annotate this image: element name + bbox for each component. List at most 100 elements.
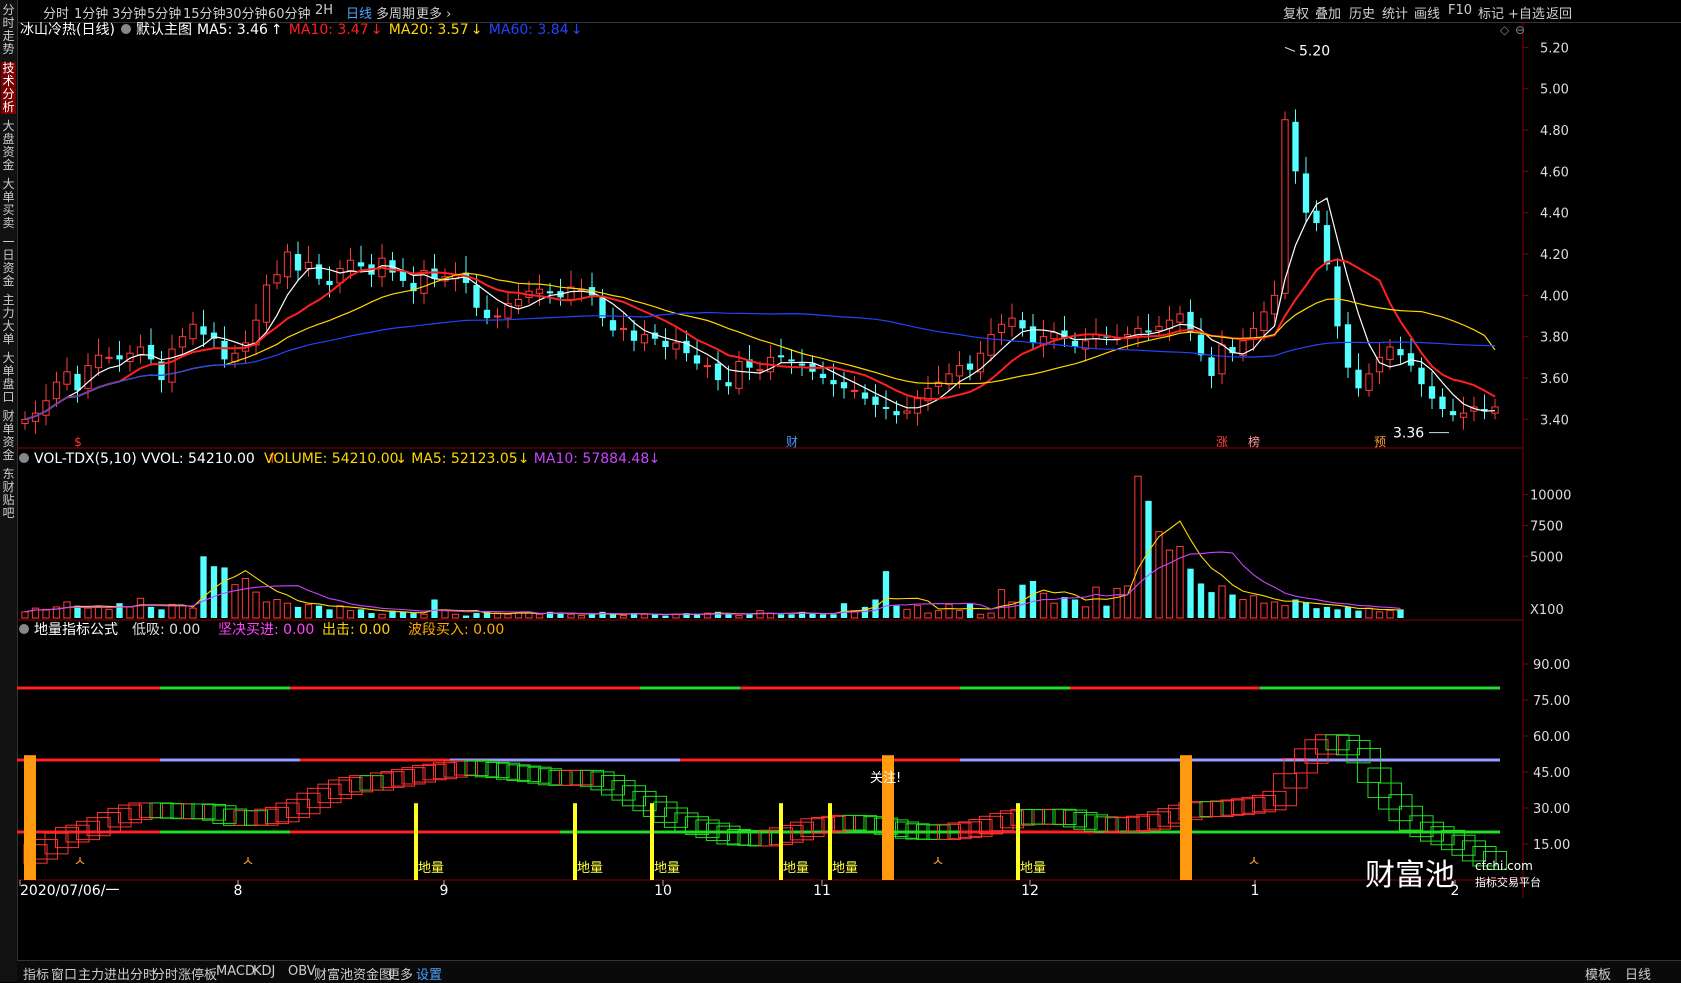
volume-bar (619, 615, 628, 619)
bottom-tab-2[interactable]: 主力进出分时 (78, 964, 156, 983)
volume-bar (1249, 595, 1258, 619)
bottom-right-0[interactable]: 模板 (1585, 964, 1611, 983)
bottom-tab-8[interactable]: 更多 (387, 964, 413, 983)
indicator-box (306, 787, 332, 809)
indicator-box (569, 769, 594, 786)
volume-bar (168, 603, 176, 619)
indicator-box (275, 802, 300, 823)
candle-body (1260, 311, 1268, 331)
volume-bar (577, 615, 586, 619)
indicator-box (117, 804, 143, 824)
candle-body (945, 373, 953, 385)
indicator-box (894, 821, 920, 839)
indicator-label-2: 出击: 0.00 (322, 622, 390, 638)
candle-body (304, 261, 313, 269)
volume-bar (609, 614, 617, 618)
candle-body (1270, 294, 1279, 315)
volume-bar (861, 606, 869, 618)
volume-bar (1302, 601, 1310, 618)
indicator-box (1188, 801, 1214, 818)
candle-body (1313, 210, 1320, 224)
bottom-tab-7[interactable]: 财富池资金图 (314, 964, 392, 983)
indicator-box (1398, 805, 1424, 831)
stock-chart[interactable]: 冰山冷热(日线) 默认主图 MA5: 3.46 ↑ MA10: 3.47 ↓ MA20: 3… (0, 0, 1681, 960)
volume-bar (126, 606, 134, 619)
event-marker-4: 预 (1374, 435, 1386, 449)
indicator-box (1262, 790, 1287, 811)
signal-label-3: 地量 (783, 861, 809, 876)
volume-bar (976, 613, 985, 619)
indicator-box (1230, 798, 1256, 815)
volume-bar (788, 614, 795, 618)
indicator-box (75, 820, 101, 841)
volume-bar (1323, 606, 1331, 618)
volume-bar (934, 610, 943, 619)
candle-body (283, 251, 292, 278)
bottom-tab-6[interactable]: OBV (288, 964, 316, 979)
candle-body (52, 381, 61, 400)
bottom-tab-9[interactable]: 设置 (416, 964, 442, 983)
candle-body (315, 264, 323, 279)
volume-bar (1281, 605, 1289, 619)
indicator-box (1430, 826, 1455, 846)
person-icon: ㅅ (74, 854, 87, 870)
indicator-box (285, 798, 311, 818)
indicator-box (222, 808, 248, 826)
candle-body (168, 348, 176, 383)
indicator-box (1157, 808, 1182, 827)
toggle-icon[interactable] (19, 453, 29, 463)
toggle-icon[interactable] (121, 24, 131, 34)
bottom-tab-0[interactable]: 指标 (23, 964, 49, 983)
indicator-box (1115, 816, 1140, 833)
volume-bar (378, 613, 386, 619)
bottom-tab-3[interactable]: 分时涨停板 (152, 964, 217, 983)
event-marker-1: 财 (786, 435, 798, 449)
candle-body (535, 288, 544, 294)
volume-bar (882, 571, 890, 618)
indicator-box (800, 818, 825, 838)
indicator-label-3: 波段买入: 0.00 (408, 622, 504, 638)
bottom-tab-4[interactable]: MACD (216, 964, 255, 979)
diamond-icon: ◇ (1500, 23, 1510, 37)
volume-bar (210, 566, 218, 618)
bottom-tab-1[interactable]: 窗口 (51, 964, 77, 983)
indicator-box (600, 774, 626, 796)
candle-body (630, 330, 638, 341)
indicator-box (1335, 734, 1361, 756)
candle-body (872, 396, 879, 405)
volume-bar (346, 610, 355, 619)
indicator-box (611, 780, 636, 801)
indicator-box (1094, 816, 1119, 833)
toggle-icon[interactable] (19, 624, 29, 634)
volume-bar (21, 611, 29, 619)
volume-arrow-1: ↓ (518, 451, 530, 467)
candle-body (955, 365, 964, 377)
volume-bar (1155, 531, 1163, 619)
volume-bar (725, 614, 732, 618)
candle-body (987, 334, 995, 356)
bottom-right-1[interactable]: 日线 (1625, 964, 1651, 983)
candle-body (1397, 349, 1404, 356)
volume-bar (462, 615, 470, 618)
bottom-tab-5[interactable]: KDJ (253, 964, 275, 979)
indicator-tick-0: 90.00 (1533, 658, 1570, 673)
indicator-boxes (23, 734, 1508, 871)
candle-body (725, 382, 732, 387)
volume-tick-0: 10000 (1530, 489, 1571, 504)
indicator-box (548, 769, 573, 786)
volume-bar (1229, 594, 1236, 618)
volume-bar (1313, 608, 1320, 618)
ma-arrow-2: ↓ (471, 22, 483, 38)
focus-label: 关注! (870, 771, 901, 786)
candle-body (294, 254, 302, 271)
volume-bar (178, 605, 187, 619)
indicator-box (527, 766, 552, 784)
volume-bar (1344, 606, 1352, 618)
indicator-box (1314, 734, 1340, 755)
indicator-box (957, 821, 983, 838)
volume-bar (304, 603, 313, 619)
indicator-box (1052, 808, 1077, 825)
candle-body (850, 389, 859, 392)
volume-bar (441, 610, 449, 619)
volume-arrow-2: ↓ (649, 451, 661, 467)
